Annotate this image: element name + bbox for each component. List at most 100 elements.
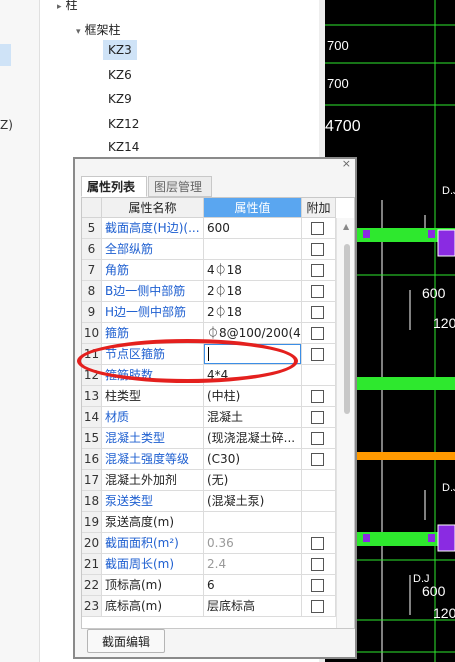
property-row[interactable]: 20 截面面积(m²) 0.36 bbox=[82, 533, 336, 554]
column-header-extra[interactable]: 附加 bbox=[302, 198, 336, 218]
property-value[interactable]: 2.4 bbox=[204, 554, 302, 575]
property-value[interactable]: ⏀8@100/200(4* bbox=[204, 323, 302, 344]
property-row[interactable]: 19 泵送高度(m) bbox=[82, 512, 336, 533]
attach-cell bbox=[302, 281, 336, 302]
cad-label: 120 bbox=[433, 605, 455, 621]
attach-cell bbox=[302, 533, 336, 554]
property-value[interactable]: (C30) bbox=[204, 449, 302, 470]
column-header-value[interactable]: 属性值 bbox=[204, 198, 302, 218]
attach-checkbox[interactable] bbox=[311, 306, 324, 319]
property-value[interactable]: 6 bbox=[204, 575, 302, 596]
attach-checkbox[interactable] bbox=[311, 411, 324, 424]
property-name: B边一侧中部筋 bbox=[102, 281, 204, 302]
left-panel-selection[interactable] bbox=[0, 44, 11, 66]
attach-checkbox[interactable] bbox=[311, 264, 324, 277]
attach-checkbox[interactable] bbox=[311, 348, 324, 361]
attach-checkbox[interactable] bbox=[311, 222, 324, 235]
collapse-arrow-icon[interactable]: ▾ bbox=[76, 27, 81, 37]
property-row[interactable]: 12 箍筋肢数 4*4 bbox=[82, 365, 336, 386]
scroll-up-arrow-icon[interactable]: ▲ bbox=[343, 222, 349, 231]
property-grid-scrollbar[interactable]: ▲ bbox=[336, 218, 354, 628]
property-value[interactable]: (无) bbox=[204, 470, 302, 491]
property-value[interactable]: 2⏀18 bbox=[204, 281, 302, 302]
attach-checkbox[interactable] bbox=[311, 243, 324, 256]
property-row[interactable]: 13 柱类型 (中柱) bbox=[82, 386, 336, 407]
attach-checkbox[interactable] bbox=[311, 327, 324, 340]
attach-cell bbox=[302, 407, 336, 428]
dialog-titlebar[interactable]: × bbox=[75, 157, 355, 173]
property-name: H边一侧中部筋 bbox=[102, 302, 204, 323]
property-value[interactable]: 4⏀18 bbox=[204, 260, 302, 281]
tree-item-kz12[interactable]: KZ12 bbox=[103, 114, 144, 134]
property-name: 截面面积(m²) bbox=[102, 533, 204, 554]
property-value[interactable]: (中柱) bbox=[204, 386, 302, 407]
attach-checkbox[interactable] bbox=[311, 453, 324, 466]
property-row[interactable]: 5 截面高度(H边)(... 600 bbox=[82, 218, 336, 239]
tree-node-frame-column[interactable]: ▾ 框架柱 bbox=[76, 21, 121, 38]
cad-label: D.J bbox=[442, 185, 455, 197]
property-name: 顶标高(m) bbox=[102, 575, 204, 596]
row-number: 9 bbox=[82, 302, 102, 323]
property-value[interactable]: 4*4 bbox=[204, 365, 302, 386]
property-value[interactable]: 层底标高 bbox=[204, 596, 302, 617]
property-row[interactable]: 18 泵送类型 (混凝土泵) bbox=[82, 491, 336, 512]
property-row[interactable]: 7 角筋 4⏀18 bbox=[82, 260, 336, 281]
tree-item-kz6[interactable]: KZ6 bbox=[103, 65, 137, 85]
attach-cell bbox=[302, 449, 336, 470]
column-header-name[interactable]: 属性名称 bbox=[102, 198, 204, 218]
attach-checkbox[interactable] bbox=[311, 558, 324, 571]
attach-checkbox[interactable] bbox=[311, 579, 324, 592]
row-number: 17 bbox=[82, 470, 102, 491]
section-edit-button[interactable]: 截面编辑 bbox=[87, 629, 165, 653]
tab-property-list[interactable]: 属性列表 bbox=[81, 176, 147, 197]
attach-checkbox[interactable] bbox=[311, 537, 324, 550]
property-value[interactable] bbox=[204, 239, 302, 260]
row-number: 10 bbox=[82, 323, 102, 344]
attach-checkbox[interactable] bbox=[311, 600, 324, 613]
row-number: 20 bbox=[82, 533, 102, 554]
property-name: 全部纵筋 bbox=[102, 239, 204, 260]
property-name: 节点区箍筋 bbox=[102, 344, 204, 365]
cad-label: 600 bbox=[422, 285, 446, 301]
attach-checkbox[interactable] bbox=[311, 285, 324, 298]
scrollbar-thumb[interactable] bbox=[344, 244, 350, 414]
property-row[interactable]: 9 H边一侧中部筋 2⏀18 bbox=[82, 302, 336, 323]
tree-item-kz14[interactable]: KZ14 bbox=[103, 137, 144, 157]
expand-arrow-icon[interactable]: ▸ bbox=[57, 2, 62, 12]
property-name: 柱类型 bbox=[102, 386, 204, 407]
property-row[interactable]: 14 材质 混凝土 bbox=[82, 407, 336, 428]
row-number: 13 bbox=[82, 386, 102, 407]
property-row[interactable]: 23 底标高(m) 层底标高 bbox=[82, 596, 336, 617]
property-row[interactable]: 11 节点区箍筋 bbox=[82, 344, 336, 365]
row-number: 23 bbox=[82, 596, 102, 617]
property-name: 底标高(m) bbox=[102, 596, 204, 617]
close-icon[interactable]: × bbox=[342, 157, 351, 170]
property-value[interactable]: 600 bbox=[204, 218, 302, 239]
property-value[interactable]: 2⏀18 bbox=[204, 302, 302, 323]
row-number: 16 bbox=[82, 449, 102, 470]
tree-item-kz9[interactable]: KZ9 bbox=[103, 89, 137, 109]
property-value[interactable]: 混凝土 bbox=[204, 407, 302, 428]
edit-box[interactable] bbox=[204, 344, 301, 364]
property-value-editing[interactable] bbox=[204, 344, 302, 365]
property-row[interactable]: 8 B边一侧中部筋 2⏀18 bbox=[82, 281, 336, 302]
property-row[interactable]: 6 全部纵筋 bbox=[82, 239, 336, 260]
attach-checkbox[interactable] bbox=[311, 432, 324, 445]
property-row[interactable]: 17 混凝土外加剂 (无) bbox=[82, 470, 336, 491]
attach-checkbox[interactable] bbox=[311, 390, 324, 403]
tab-layer-management[interactable]: 图层管理 bbox=[148, 176, 212, 197]
attach-cell bbox=[302, 302, 336, 323]
property-value[interactable]: (混凝土泵) bbox=[204, 491, 302, 512]
property-row[interactable]: 16 混凝土强度等级 (C30) bbox=[82, 449, 336, 470]
tree-item-kz3[interactable]: KZ3 bbox=[103, 40, 137, 60]
property-value[interactable]: 0.36 bbox=[204, 533, 302, 554]
property-row[interactable]: 22 顶标高(m) 6 bbox=[82, 575, 336, 596]
property-value[interactable]: (现浇混凝土碎... bbox=[204, 428, 302, 449]
property-row[interactable]: 10 箍筋 ⏀8@100/200(4* bbox=[82, 323, 336, 344]
tree-node-column[interactable]: ▸ 柱 bbox=[57, 0, 78, 13]
property-row[interactable]: 21 截面周长(m) 2.4 bbox=[82, 554, 336, 575]
property-value[interactable] bbox=[204, 512, 302, 533]
property-list-dialog: × 属性列表 图层管理 属性名称 属性值 附加 5 截面高度(H边)(... 600… bbox=[73, 157, 357, 659]
left-panel-fragment-text: Z) bbox=[0, 118, 13, 132]
property-row[interactable]: 15 混凝土类型 (现浇混凝土碎... bbox=[82, 428, 336, 449]
